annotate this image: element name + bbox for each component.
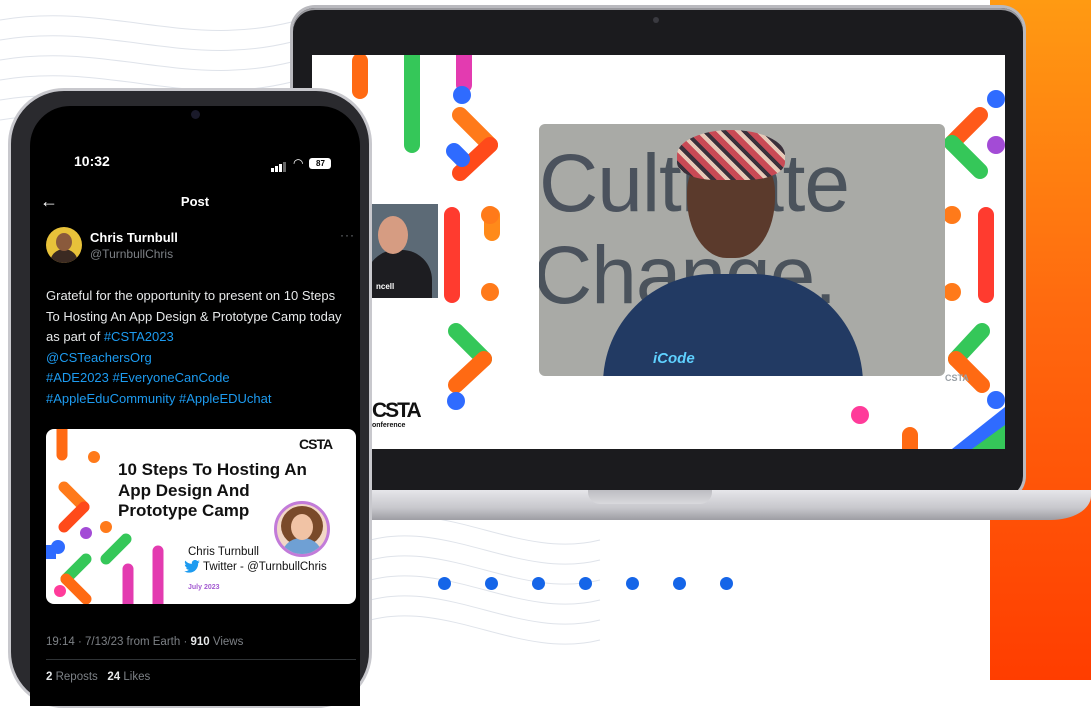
- wifi-icon: ◠: [293, 156, 304, 170]
- carousel-dot[interactable]: [579, 577, 592, 590]
- likes-stat[interactable]: 24 Likes: [107, 671, 150, 683]
- laptop-opening-notch: [588, 490, 712, 504]
- main-speaker-video: Cultivate Change. iCode: [539, 124, 945, 376]
- laptop-camera: [653, 17, 659, 23]
- video-watermark: CSTA: [945, 373, 969, 383]
- carousel-dot[interactable]: [532, 577, 545, 590]
- laptop-screen: ncell Cultivate Change. iCode CSTA onfer…: [312, 55, 1005, 449]
- phone-screen: 10:32 ◠ 87 ← Post Chris Turnbull @Turnbu…: [30, 106, 360, 706]
- card-date: July 2023: [188, 584, 220, 591]
- post-timestamp: 19:14 · 7/13/23 from Earth ·: [46, 636, 188, 648]
- hashtag-link[interactable]: #AppleEDUchat: [179, 391, 272, 406]
- card-twitter-handle: Twitter - @TurnbullChris: [203, 560, 327, 573]
- card-presenter-name: Chris Turnbull: [188, 546, 259, 558]
- author-name[interactable]: Chris Turnbull: [90, 230, 178, 245]
- tweet-body: Grateful for the opportunity to present …: [46, 288, 342, 345]
- cellular-signal-icon: [271, 154, 287, 172]
- divider: [46, 659, 356, 660]
- conference-label: onference: [372, 422, 406, 429]
- carousel-dot[interactable]: [626, 577, 639, 590]
- laptop-frame: ncell Cultivate Change. iCode CSTA onfer…: [293, 8, 1023, 498]
- card-csta-logo: CSTA: [299, 436, 333, 452]
- hashtag-link[interactable]: #EveryoneCanCode: [113, 370, 230, 385]
- views-count: 910: [190, 636, 210, 648]
- likes-label: Likes: [123, 671, 151, 683]
- shirt-logo: iCode: [653, 350, 695, 367]
- mention-link[interactable]: @CSTeachersOrg: [46, 350, 152, 365]
- more-options-icon[interactable]: ···: [340, 228, 355, 242]
- likes-count: 24: [107, 671, 121, 683]
- presenter-photo: [274, 501, 330, 557]
- views-label: Views: [212, 636, 244, 648]
- carousel-dot[interactable]: [485, 577, 498, 590]
- hashtag-link[interactable]: #ADE2023: [46, 370, 109, 385]
- hashtag-link[interactable]: #AppleEduCommunity: [46, 391, 175, 406]
- post-meta: 19:14 · 7/13/23 from Earth · 910 Views: [46, 636, 243, 648]
- phone-frame: 10:32 ◠ 87 ← Post Chris Turnbull @Turnbu…: [8, 88, 372, 708]
- engagement-stats: 2 Reposts 24 Likes: [46, 671, 150, 683]
- author-avatar[interactable]: [46, 227, 82, 263]
- card-twitter-line: Twitter - @TurnbullChris: [184, 560, 327, 573]
- secondary-speaker-video: ncell: [372, 204, 438, 298]
- carousel-dot[interactable]: [673, 577, 686, 590]
- reposts-count: 2: [46, 671, 53, 683]
- tweet-text: Grateful for the opportunity to present …: [46, 286, 346, 410]
- carousel-dot[interactable]: [438, 577, 451, 590]
- twitter-bird-icon: [184, 560, 200, 573]
- secondary-speaker-name: ncell: [376, 282, 395, 291]
- conference-logo: CSTA: [372, 399, 422, 422]
- status-icons: ◠ 87: [271, 154, 332, 172]
- reposts-stat[interactable]: 2 Reposts: [46, 671, 98, 683]
- speaker-headwrap: [677, 130, 785, 180]
- status-time: 10:32: [74, 153, 110, 169]
- battery-icon: 87: [309, 157, 332, 169]
- post-header-title: Post: [180, 194, 210, 209]
- front-camera: [191, 110, 200, 119]
- tweet-image-card[interactable]: CSTA 10 Steps To Hosting An App Design A…: [46, 429, 356, 604]
- author-handle[interactable]: @TurnbullChris: [90, 247, 173, 261]
- hashtag-link[interactable]: #CSTA2023: [104, 329, 174, 344]
- carousel-dot[interactable]: [720, 577, 733, 590]
- reposts-label: Reposts: [55, 671, 98, 683]
- post-header: ← Post: [30, 188, 360, 218]
